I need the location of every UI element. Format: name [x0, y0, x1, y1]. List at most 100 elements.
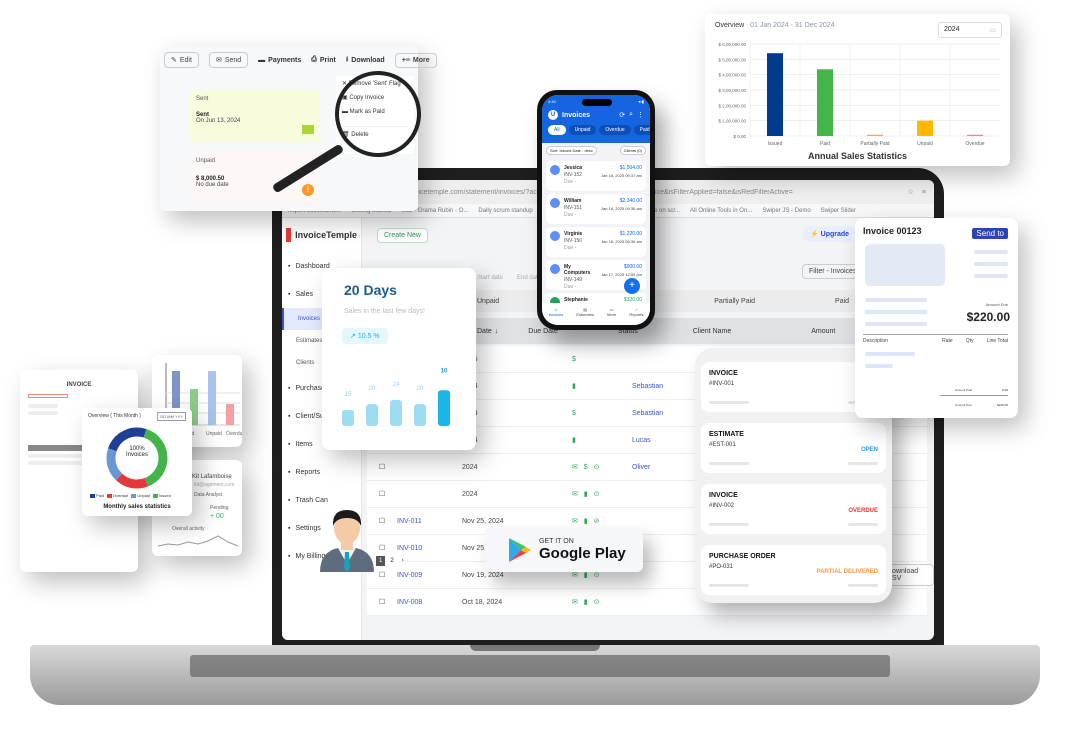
menu-icon[interactable]: ≡ [922, 189, 926, 196]
status-icons: ✉ ▮ ⊘ [572, 518, 602, 525]
row-checkbox[interactable]: ☐ [367, 463, 397, 471]
bar-paid [817, 69, 833, 136]
row-checkbox[interactable]: ☐ [367, 598, 397, 606]
more-button[interactable]: +≡ More [394, 52, 437, 68]
print-button[interactable]: ⎙ Print [311, 56, 336, 64]
x-tick-label: Overdue [226, 431, 242, 437]
upgrade-button[interactable]: ⚡ Upgrade [802, 226, 858, 242]
day-bar-label: 20 [417, 386, 424, 392]
invoice-icon [550, 198, 560, 208]
status-icons: ✉ ▮ ⊙ [572, 572, 602, 579]
x-tick-label: Partially Paid [860, 141, 889, 147]
activity-sparkline [158, 535, 238, 547]
invoice-number-link[interactable]: INV-010 [397, 545, 462, 552]
x-tick-label: Unpaid [917, 141, 933, 147]
status-icons: ▮ [572, 437, 578, 444]
row-checkbox[interactable]: ☐ [367, 490, 397, 498]
phone-avatar[interactable]: U [548, 110, 558, 120]
day-bar [342, 410, 354, 426]
twenty-days-chart: 15 20 24 20 10 [342, 368, 450, 426]
send-to-button[interactable]: Send to [972, 228, 1008, 239]
legend-item: Issued [153, 493, 171, 498]
day-bar [366, 404, 378, 426]
donut-legend: Paid Overdue Unpaid Issued [90, 493, 171, 498]
bookmark[interactable]: Swiper Slider [821, 208, 856, 214]
legend-swatch [131, 493, 137, 498]
phone-screen: 4:40 ▾▪▮ U Invoices ⟳ ⌕ ⋮ All Unpaid Over… [542, 95, 650, 325]
y-tick-label: $ 5,00,000.00 [718, 57, 746, 62]
bar-partially-paid [867, 134, 883, 136]
sidebar-item[interactable]: ▪ Reports [282, 458, 361, 486]
tab-unpaid[interactable]: Unpaid [477, 298, 499, 305]
bar-issued [767, 53, 783, 137]
invoice-number-link[interactable]: INV-011 [397, 518, 462, 525]
phone-clients-dropdown[interactable]: Clients (0) [619, 146, 646, 155]
status-icons: ✉ ▮ ⊙ [572, 599, 602, 606]
sidebar-icon: ▪ [288, 524, 291, 532]
phone-tab-overdue[interactable]: Overdue [599, 125, 631, 135]
brand-logo[interactable]: InvoiceTemple [282, 218, 361, 252]
date-range[interactable]: Start date End date [477, 275, 541, 281]
y-tick-label: $ 3,00,000.00 [718, 88, 746, 93]
phone-tab-unpaid[interactable]: Unpaid [568, 125, 597, 135]
x-tick-label: Unpaid [206, 431, 222, 437]
annual-sales-chart: $ 0.00 $ 1,00,000.00 $ 2,00,000.00 $ 3,00,0… [718, 42, 1000, 147]
invoice-icon [550, 231, 560, 241]
edit-button[interactable]: ✎ Edit [164, 52, 199, 68]
bookmark[interactable]: Swiper JS - Demo [762, 208, 810, 214]
bookmark[interactable]: Daily scrum standup [478, 208, 532, 214]
sidebar-icon: ▪ [288, 552, 291, 560]
send-button[interactable]: ✉ Send [208, 52, 249, 68]
monthly-donut-chart [106, 427, 168, 489]
phone-mockup: 4:40 ▾▪▮ U Invoices ⟳ ⌕ ⋮ All Unpaid Over… [537, 90, 655, 330]
tab-partially-paid[interactable]: Partially Paid [714, 298, 755, 305]
day-bar [438, 390, 450, 426]
bookmark[interactable]: All Online Tools in On... [690, 208, 752, 214]
bg-bar [226, 404, 234, 425]
payments-button[interactable]: ▬ Payments [258, 57, 301, 64]
document-card[interactable]: PURCHASE ORDER #PO-031 PARTIAL DELIVERED [701, 545, 886, 595]
phone-fab-add[interactable]: + [624, 278, 640, 294]
twenty-days-card: 20 Days Sales in the last few days! ↗ 10… [322, 268, 476, 450]
document-card[interactable]: ESTIMATE #EST-001 OPEN [701, 423, 886, 473]
x-tick-label: Overdue [965, 141, 984, 147]
page-2[interactable]: 2 [387, 556, 397, 566]
sidebar-icon: ▪ [288, 384, 291, 392]
phone-tab-all[interactable]: All [548, 125, 566, 135]
invoice-number-link[interactable]: INV-009 [397, 572, 462, 579]
invoice-number-link[interactable]: INV-008 [397, 599, 462, 606]
sidebar-icon: ▪ [288, 440, 291, 448]
phone-bottom-nav: ◇ Invoices ▤ Estimates ▭ More ⟋ Reports [542, 303, 650, 325]
sent-status-card: Sent Sent On Jun 13, 2024 [190, 90, 320, 142]
nav-reports[interactable]: ⟋ Reports [629, 307, 643, 325]
phone-sort-dropdown[interactable]: Sort: Issued Date - desc [546, 146, 597, 155]
more-vertical-icon[interactable]: ⋮ [637, 111, 644, 119]
legend-swatch [107, 493, 113, 498]
google-play-badge[interactable]: GET IT ON Google Play [485, 527, 643, 572]
day-bar [390, 399, 402, 426]
download-button[interactable]: ⭳ Download [346, 55, 385, 66]
sidebar-icon: ▪ [288, 468, 291, 476]
nav-estimates[interactable]: ▤ Estimates [576, 307, 594, 325]
search-icon[interactable]: ⌕ [629, 111, 633, 119]
phone-tab-paid[interactable]: Paid [633, 125, 650, 135]
legend-item: Unpaid [131, 493, 150, 498]
create-new-button[interactable]: Create New [377, 224, 428, 243]
sync-icon[interactable]: ⟳ [619, 111, 625, 119]
next-page-icon[interactable]: › [398, 556, 407, 566]
status-label: PARTIAL DELIVERED [816, 569, 878, 575]
bar-unpaid [917, 120, 933, 136]
star-icon[interactable]: ☆ [908, 188, 914, 196]
x-tick-label: Paid [820, 141, 830, 147]
laptop-notch [470, 645, 600, 651]
tab-paid[interactable]: Paid [835, 298, 849, 305]
phone-list-item[interactable]: William INV-151 Due - $2,340.00 Jan 18, 2025… [546, 194, 646, 224]
nav-invoices[interactable]: ◇ Invoices [549, 307, 564, 325]
y-tick-label: $ 1,00,000.00 [718, 119, 746, 124]
x-tick-label: Issued [768, 141, 783, 147]
phone-list-item[interactable]: Virginie INV-150 Due - $1,220.00 Jan 18, 202… [546, 227, 646, 257]
phone-list-item[interactable]: Jessica INV-152 Due - $1,504.00 Jan 18, 2025… [546, 161, 646, 191]
nav-more[interactable]: ▭ More [607, 307, 616, 325]
row-checkbox[interactable]: ☐ [367, 571, 397, 579]
document-card[interactable]: INVOICE #INV-002 OVERDUE [701, 484, 886, 534]
